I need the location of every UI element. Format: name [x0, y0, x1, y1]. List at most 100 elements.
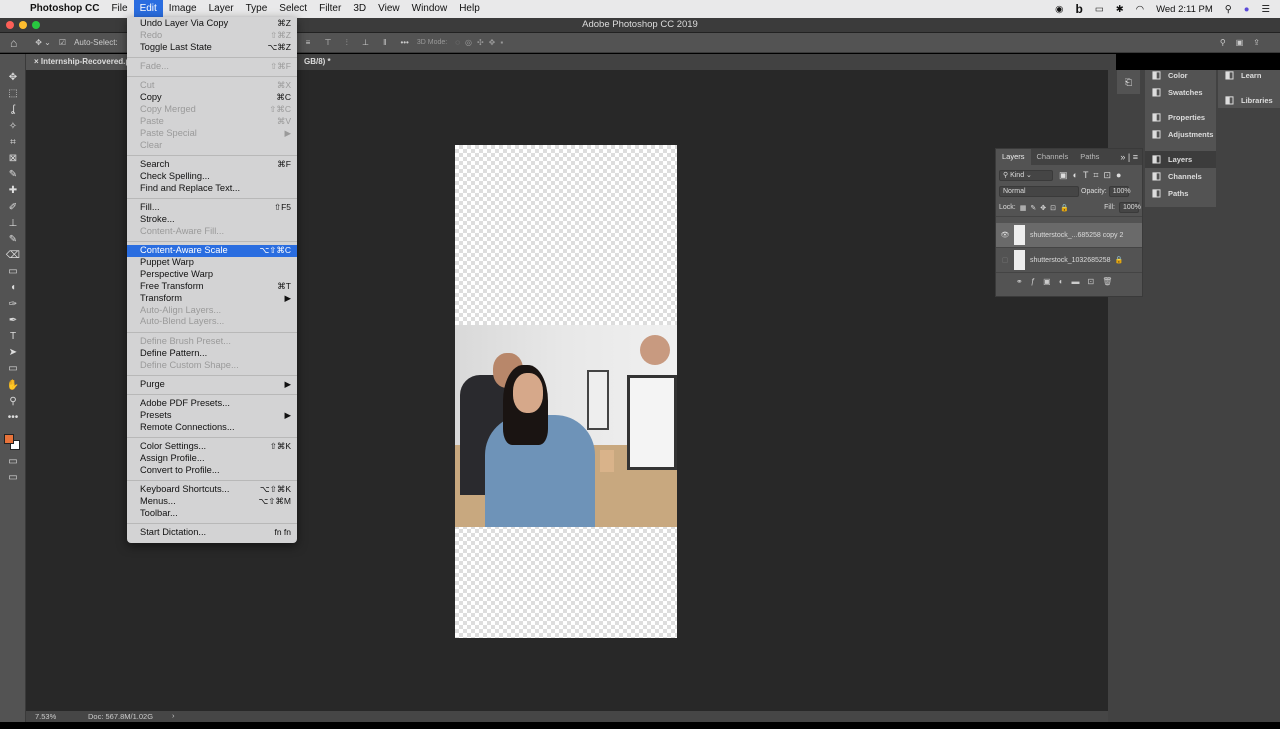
visibility-toggle[interactable]: ▢	[996, 256, 1014, 264]
menu-layer[interactable]: Layer	[203, 0, 240, 18]
menu-type[interactable]: Type	[240, 0, 274, 18]
menu-item[interactable]: Copy ⌘C	[127, 92, 297, 104]
menu-item[interactable]: Fill... ⇧F5	[127, 202, 297, 214]
notification-center-icon[interactable]: ☰	[1261, 4, 1270, 15]
siri-icon[interactable]: ●	[1244, 4, 1250, 15]
layer-actions[interactable]: ⚭ƒ▣◐▬⊡🗑	[996, 273, 1142, 286]
tool-icon[interactable]: ✋	[0, 378, 26, 394]
menu-3d[interactable]: 3D	[347, 0, 372, 18]
menu-item[interactable]: Find and Replace Text...	[127, 183, 297, 195]
tab-channels[interactable]: Channels	[1031, 149, 1075, 165]
workspace-icons[interactable]: ⚲▣⇪	[1220, 38, 1270, 47]
filter-kind-select[interactable]: ⚲ Kind ⌄	[999, 170, 1053, 181]
spotlight-icon[interactable]: ⚲	[1225, 4, 1232, 15]
creative-cloud-icon[interactable]: ◉	[1055, 4, 1063, 15]
menu-item[interactable]: Puppet Warp	[127, 257, 297, 269]
panel-paths[interactable]: ◧ Paths	[1145, 185, 1216, 202]
menu-item[interactable]: Adobe PDF Presets...	[127, 398, 297, 410]
menu-window[interactable]: Window	[406, 0, 454, 18]
menu-item[interactable]: Keyboard Shortcuts... ⌥⇧⌘K	[127, 484, 297, 496]
menu-item[interactable]: Paste ⌘V	[127, 116, 297, 128]
doc-size[interactable]: Doc: 567.8M/1.02G	[88, 712, 153, 721]
menu-item[interactable]: Auto-Blend Layers...	[127, 316, 297, 328]
tool-icon[interactable]: ʆ	[0, 102, 26, 118]
menu-item[interactable]: Fade... ⇧⌘F	[127, 61, 297, 73]
screen-mode-icon[interactable]: ▭	[0, 470, 26, 486]
menu-item[interactable]: Perspective Warp	[127, 269, 297, 281]
menu-item[interactable]: Content-Aware Scale ⌥⇧⌘C	[127, 245, 297, 258]
menu-item[interactable]: Define Brush Preset...	[127, 336, 297, 348]
panel-adjustments[interactable]: ◧ Adjustments	[1145, 126, 1216, 143]
tool-icon[interactable]: ✑	[0, 297, 26, 313]
menu-item[interactable]: Content-Aware Fill...	[127, 226, 297, 238]
history-icon[interactable]: ⎗	[1117, 70, 1140, 94]
menu-item[interactable]: Undo Layer Via Copy ⌘Z	[127, 18, 297, 30]
home-icon[interactable]: ⌂	[10, 36, 17, 50]
menu-view[interactable]: View	[372, 0, 406, 18]
more-options-icon[interactable]: •••	[400, 38, 408, 47]
tool-icon[interactable]: ⬚	[0, 86, 26, 102]
menu-item[interactable]: Define Pattern...	[127, 348, 297, 360]
tool-icon[interactable]: ⌗	[0, 135, 26, 151]
menu-item[interactable]: Toggle Last State ⌥⌘Z	[127, 42, 297, 54]
panel-swatches[interactable]: ◧ Swatches	[1145, 84, 1216, 101]
filter-icons[interactable]: ▣◐T⌗⊡●	[1059, 170, 1126, 181]
tool-icon[interactable]: ✐	[0, 200, 26, 216]
zoom-level[interactable]: 7.53%	[35, 712, 56, 721]
menu-item[interactable]: Menus... ⌥⇧⌘M	[127, 496, 297, 508]
tool-icon[interactable]: •••	[0, 410, 26, 426]
tool-icon[interactable]: ⊠	[0, 151, 26, 167]
menu-item[interactable]: Redo ⇧⌘Z	[127, 30, 297, 42]
document-canvas[interactable]	[455, 145, 677, 638]
menu-item[interactable]: Presets ▶	[127, 410, 297, 422]
apple-menu-icon[interactable]	[12, 0, 24, 18]
tool-icon[interactable]: ✎	[0, 232, 26, 248]
app-menu[interactable]: Photoshop CC	[24, 0, 105, 18]
menu-item[interactable]: Free Transform ⌘T	[127, 281, 297, 293]
fill-input[interactable]: 100%	[1119, 202, 1141, 213]
b-icon[interactable]: b	[1075, 2, 1082, 16]
layer-row[interactable]: 👁 shutterstock_...685258 copy 2	[996, 223, 1142, 248]
panel-channels[interactable]: ◧ Channels	[1145, 168, 1216, 185]
menu-item[interactable]: Copy Merged ⇧⌘C	[127, 104, 297, 116]
panel-libraries[interactable]: ◧ Libraries	[1218, 92, 1280, 109]
menu-item[interactable]: Remote Connections...	[127, 422, 297, 434]
menu-edit[interactable]: Edit	[133, 0, 163, 18]
menu-item[interactable]: Check Spelling...	[127, 171, 297, 183]
tab-layers[interactable]: Layers	[996, 149, 1031, 165]
auto-select-checkbox[interactable]: ☑	[59, 38, 66, 47]
menu-item[interactable]: Paste Special ▶	[127, 128, 297, 140]
lock-icons[interactable]: ▦✎✥⊡🔒	[1020, 204, 1073, 212]
opacity-input[interactable]: 100%	[1108, 186, 1131, 197]
menu-item[interactable]: Cut ⌘X	[127, 80, 297, 92]
menu-item[interactable]: Purge ▶	[127, 379, 297, 391]
panel-menu-icon[interactable]: » | ≡	[1120, 152, 1138, 162]
menu-item[interactable]: Transform ▶	[127, 293, 297, 305]
foreground-color-swatch[interactable]	[4, 434, 14, 445]
menu-item[interactable]: Stroke...	[127, 214, 297, 226]
menu-item[interactable]: Define Custom Shape...	[127, 360, 297, 372]
tab-paths[interactable]: Paths	[1074, 149, 1105, 165]
layer-row[interactable]: ▢ shutterstock_1032685258 🔒	[996, 248, 1142, 273]
visibility-eye-icon[interactable]: 👁	[996, 231, 1014, 239]
panel-layers[interactable]: ◧ Layers	[1145, 151, 1216, 168]
doc-tab[interactable]: × Internship-Recovered.ps	[26, 54, 143, 70]
tool-icon[interactable]: ◖	[0, 280, 26, 296]
panel-learn[interactable]: ◧ Learn	[1218, 67, 1280, 84]
tool-icon[interactable]: ➤	[0, 345, 26, 361]
doc-tab[interactable]: GB/8) *	[296, 54, 339, 70]
zoom-window-button[interactable]	[32, 21, 40, 29]
menu-select[interactable]: Select	[273, 0, 313, 18]
menu-item[interactable]: Color Settings... ⇧⌘K	[127, 441, 297, 453]
screen-mode-icon[interactable]: ▭	[0, 454, 26, 470]
tool-icon[interactable]: ✎	[0, 167, 26, 183]
tool-icon[interactable]: ✧	[0, 119, 26, 135]
align-icons[interactable]: ≡ ⊤ ⫶ ⊥ ‖	[306, 38, 393, 48]
color-swatches[interactable]	[0, 432, 25, 454]
tool-icon[interactable]: ▭	[0, 264, 26, 280]
menu-help[interactable]: Help	[453, 0, 486, 18]
tool-icon[interactable]: T	[0, 329, 26, 345]
blend-mode-select[interactable]: Normal	[999, 186, 1079, 197]
tool-icon[interactable]: ✒	[0, 313, 26, 329]
tool-icon[interactable]: ⚲	[0, 394, 26, 410]
